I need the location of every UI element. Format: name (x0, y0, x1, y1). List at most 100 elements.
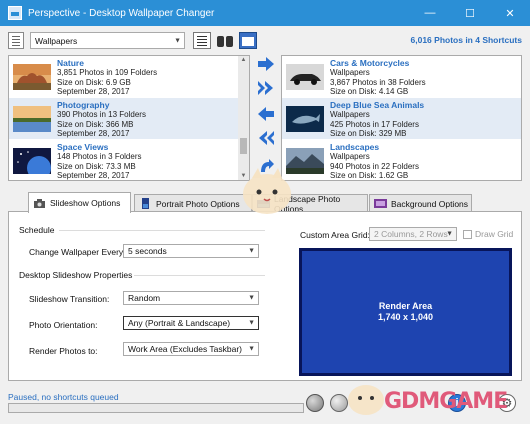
custom-grid-value: 2 Columns, 2 Rows (374, 229, 448, 239)
change-wallpaper-value: 5 seconds (128, 246, 167, 256)
change-wallpaper-select[interactable]: 5 seconds ▼ (123, 244, 259, 258)
shortcut-date: September 28, 2017 (57, 87, 130, 96)
scrollbar-thumb[interactable] (240, 138, 247, 154)
shortcut-size: Size on Disk: 6.9 GB (57, 77, 131, 87)
chevron-down-icon: ▼ (248, 319, 255, 327)
shortcut-size: Size on Disk: 329 MB (330, 129, 407, 138)
status-text: Paused, no shortcuts queued (8, 392, 119, 402)
shortcut-size: Size on Disk: 4.14 GB (330, 87, 409, 96)
custom-grid-select[interactable]: 2 Columns, 2 Rows ▼ (369, 227, 457, 241)
list-item[interactable]: Nature 3,851 Photos in 109 Folders Size … (9, 56, 239, 97)
watermark-mascot-image (243, 168, 291, 214)
cars-thumbnail (286, 64, 324, 90)
shortcut-size: Size on Disk: 366 MB (57, 119, 134, 129)
sea-animals-thumbnail (286, 106, 324, 132)
nature-thumbnail (13, 64, 51, 90)
shortcut-group: Wallpapers (330, 68, 370, 77)
tab-background-options[interactable]: Background Options (369, 194, 472, 212)
render-area-preview: Render Area 1,740 x 1,040 (299, 248, 512, 376)
camera-icon (34, 198, 45, 208)
draw-grid-checkbox[interactable]: Draw Grid (463, 229, 513, 239)
source-list-scrollbar[interactable]: ▲ ▼ (238, 56, 249, 180)
watermark-mascot-small-image (348, 385, 384, 415)
shortcut-name: Landscapes (330, 142, 380, 152)
list-item[interactable]: Photography 390 Photos in 13 Folders Siz… (9, 98, 239, 139)
shortcut-date: September 28, 2017 (57, 171, 130, 180)
calendar-icon[interactable] (239, 32, 257, 49)
render-to-select[interactable]: Work Area (Excludes Taskbar) ▼ (123, 342, 259, 356)
render-area-dimensions: 1,740 x 1,040 (377, 312, 434, 322)
shortcut-name: Nature (57, 58, 84, 68)
change-wallpaper-label: Change Wallpaper Every: (29, 247, 126, 257)
orientation-value: Any (Portrait & Landscape) (128, 318, 231, 328)
custom-grid-label: Custom Area Grid: (300, 230, 370, 240)
remove-all-from-queue-icon[interactable] (257, 130, 275, 146)
tab-label: Background Options (391, 198, 469, 209)
shortcut-name: Cars & Motorcycles (330, 58, 410, 68)
list-item[interactable]: Deep Blue Sea Animals Wallpapers 425 Pho… (282, 98, 521, 139)
tab-portrait-photo-options[interactable]: Portrait Photo Options (134, 194, 252, 212)
transition-value: Random (128, 293, 161, 303)
transition-label: Slideshow Transition: (29, 294, 110, 304)
list-view-icon[interactable] (193, 32, 211, 49)
shortcut-size: Size on Disk: 73.3 MB (57, 161, 136, 171)
source-shortcut-list[interactable]: Nature 3,851 Photos in 109 Folders Size … (8, 55, 250, 181)
app-icon (8, 6, 22, 20)
chevron-down-icon: ▼ (446, 230, 453, 238)
watermark-text: GDMGAME (384, 389, 508, 414)
shortcut-photos: 148 Photos in 3 Folders (57, 152, 142, 161)
maximize-button[interactable]: ☐ (450, 0, 490, 26)
shortcut-select-value: Wallpapers (35, 35, 78, 46)
add-all-to-queue-icon[interactable] (257, 80, 275, 96)
queued-shortcut-list[interactable]: Cars & Motorcycles Wallpapers 3,867 Phot… (281, 55, 522, 181)
tab-slideshow-options[interactable]: Slideshow Options (28, 192, 131, 213)
schedule-heading: Schedule (19, 225, 55, 235)
render-to-label: Render Photos to: (29, 346, 98, 356)
photography-thumbnail (13, 106, 51, 132)
add-to-queue-arrow-icon[interactable] (257, 56, 275, 72)
space-views-thumbnail (13, 148, 51, 174)
remove-from-queue-arrow-icon[interactable] (257, 106, 275, 122)
shortcut-size: Size on Disk: 1.62 GB (330, 171, 409, 180)
shortcut-name: Space Views (57, 142, 109, 152)
stop-button[interactable] (306, 394, 324, 412)
shortcut-date: September 28, 2017 (57, 129, 130, 138)
shortcut-select[interactable]: Wallpapers ▼ (30, 32, 185, 49)
shortcut-name: Photography (57, 100, 110, 110)
list-item[interactable]: Space Views 148 Photos in 3 Folders Size… (9, 140, 239, 180)
shortcut-group: Wallpapers (330, 152, 370, 161)
toolbar: Wallpapers ▼ 6,016 Photos in 4 Shortcuts (8, 32, 522, 50)
scroll-up-icon[interactable]: ▲ (238, 57, 249, 63)
list-item[interactable]: Landscapes Wallpapers 940 Photos in 22 F… (282, 140, 521, 180)
progress-bar (8, 403, 304, 413)
draw-grid-label: Draw Grid (475, 229, 514, 239)
binoculars-icon[interactable] (216, 32, 234, 49)
properties-heading: Desktop Slideshow Properties (19, 270, 133, 280)
section-divider (134, 275, 265, 276)
tab-label: Portrait Photo Options (156, 198, 240, 209)
orientation-select[interactable]: Any (Portrait & Landscape) ▼ (123, 316, 259, 330)
shortcut-photos: 425 Photos in 17 Folders (330, 119, 419, 129)
shortcut-photos: 940 Photos in 22 Folders (330, 161, 419, 171)
minimize-button[interactable]: — (410, 0, 450, 26)
photo-summary: 6,016 Photos in 4 Shortcuts (410, 35, 522, 45)
render-to-value: Work Area (Excludes Taskbar) (128, 344, 243, 354)
section-divider (59, 230, 265, 231)
checkbox-box[interactable] (463, 229, 472, 239)
render-area-title: Render Area (378, 301, 433, 311)
shortcuts-book-icon[interactable] (8, 32, 24, 49)
close-button[interactable]: ✕ (490, 0, 530, 26)
background-icon (374, 199, 387, 208)
orientation-label: Photo Orientation: (29, 320, 98, 330)
window-title: Perspective - Desktop Wallpaper Changer (28, 7, 215, 19)
transition-select[interactable]: Random ▼ (123, 291, 259, 305)
title-bar: Perspective - Desktop Wallpaper Changer … (0, 0, 530, 26)
shortcut-photos: 3,851 Photos in 109 Folders (57, 68, 158, 77)
chevron-down-icon: ▼ (248, 294, 255, 302)
list-item[interactable]: Cars & Motorcycles Wallpapers 3,867 Phot… (282, 56, 521, 97)
tab-label: Slideshow Options (50, 198, 121, 208)
shortcut-group: Wallpapers (330, 110, 370, 119)
chevron-down-icon: ▼ (248, 247, 255, 255)
shortcut-photos: 3,867 Photos in 38 Folders (330, 77, 426, 87)
chevron-down-icon: ▼ (174, 37, 181, 44)
